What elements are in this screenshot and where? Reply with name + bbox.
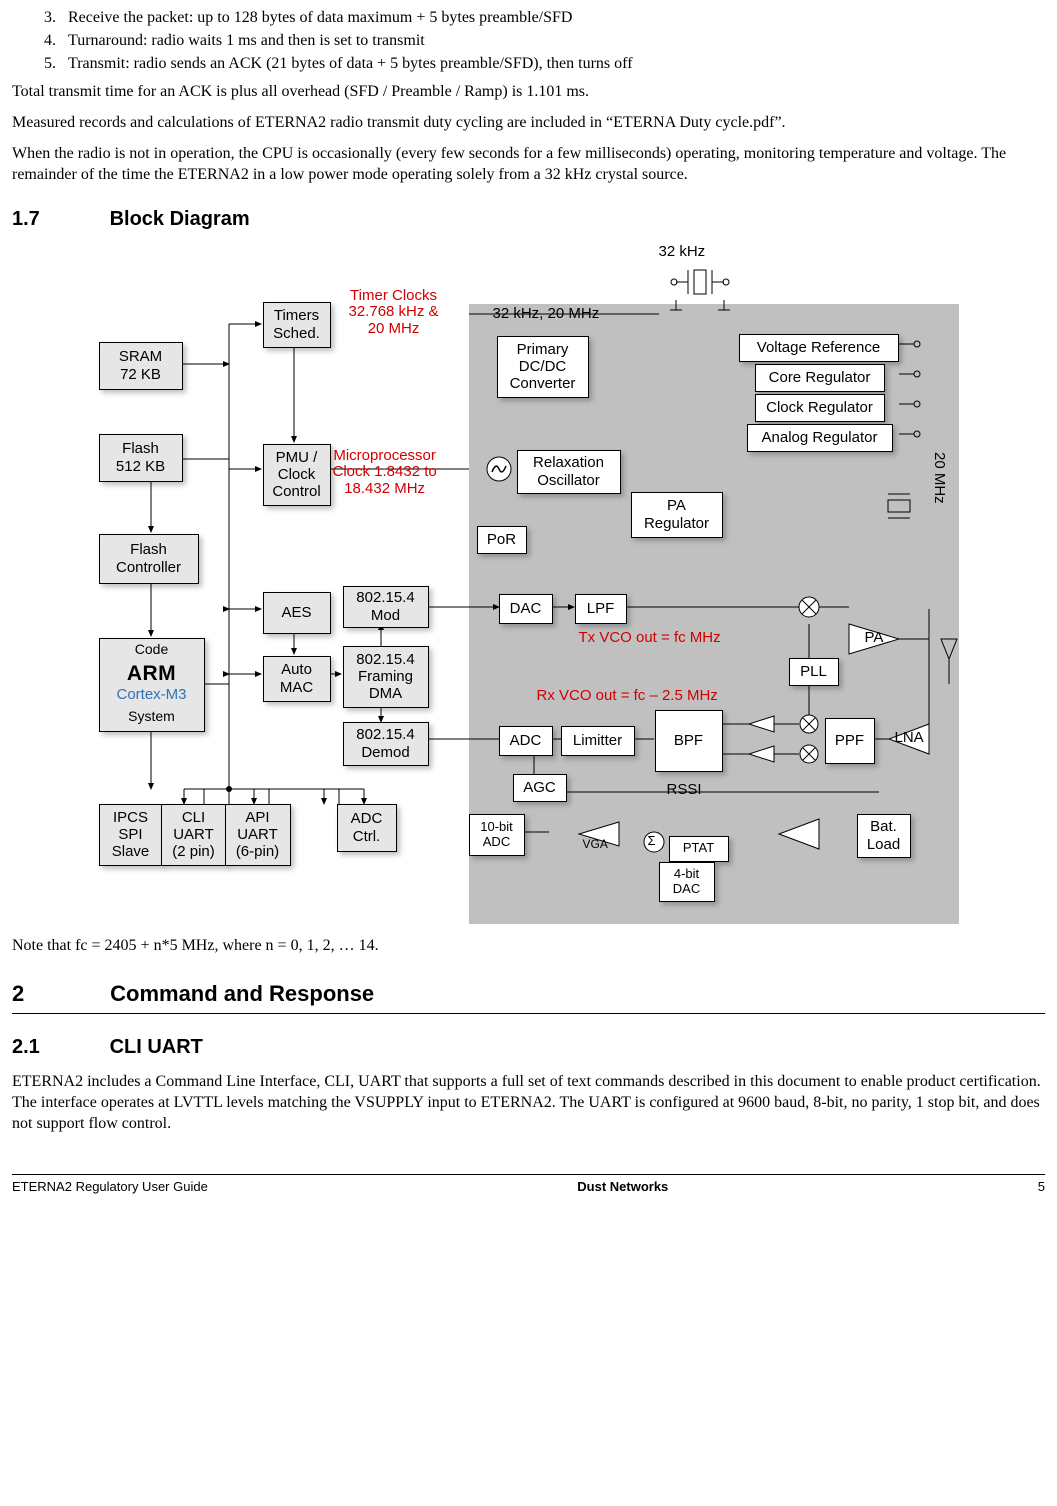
block-mod: 802.15.4Mod: [343, 586, 429, 628]
heading-number: 2.1: [12, 1034, 104, 1060]
block-clock-reg: Clock Regulator: [755, 394, 885, 422]
sigma-symbol: Σ: [648, 834, 656, 848]
footer-page-number: 5: [1038, 1179, 1045, 1196]
block-flash: Flash512 KB: [99, 434, 183, 482]
label-microprocessor-clock: Microprocessor Clock 1.8432 to 18.432 MH…: [333, 448, 437, 498]
block-por: PoR: [477, 526, 527, 554]
label-code: Code: [100, 640, 204, 658]
block-bat-load: Bat.Load: [857, 814, 911, 858]
heading-block-diagram: 1.7 Block Diagram: [12, 206, 1045, 232]
block-lpf: LPF: [575, 594, 627, 624]
block-cli-uart: CLIUART(2 pin): [161, 804, 227, 866]
step-4: Turnaround: radio waits 1 ms and then is…: [60, 31, 1045, 52]
block-pa: PA: [865, 630, 884, 647]
label-20mhz: 20 MHz: [931, 452, 948, 504]
block-demod: 802.15.4Demod: [343, 722, 429, 766]
block-relaxation-osc: RelaxationOscillator: [517, 450, 621, 494]
step-3: Receive the packet: up to 128 bytes of d…: [60, 8, 1045, 29]
block-flash-controller: FlashController: [99, 534, 199, 584]
numbered-steps: Receive the packet: up to 128 bytes of d…: [12, 8, 1045, 74]
block-ipcs: IPCSSPISlave: [99, 804, 163, 866]
label-arm: ARM: [100, 660, 204, 687]
page-footer: ETERNA2 Regulatory User Guide Dust Netwo…: [12, 1174, 1045, 1196]
block-vref: Voltage Reference: [739, 334, 899, 362]
heading-command-response: 2 Command and Response: [12, 980, 1045, 1014]
paragraph-low-power: When the radio is not in operation, the …: [12, 144, 1045, 186]
heading-number: 1.7: [12, 206, 104, 232]
label-tx-vco: Tx VCO out = fc MHz: [579, 630, 721, 647]
label-system: System: [100, 707, 204, 725]
block-core-reg: Core Regulator: [755, 364, 885, 392]
block-primary-dcdc: PrimaryDC/DCConverter: [497, 336, 589, 398]
footer-center: Dust Networks: [577, 1179, 668, 1196]
footer-left: ETERNA2 Regulatory User Guide: [12, 1179, 208, 1196]
heading-text: Block Diagram: [110, 208, 250, 230]
block-automac: AutoMAC: [263, 656, 331, 702]
block-adc-ctrl: ADCCtrl.: [337, 804, 397, 852]
block-ppf: PPF: [825, 718, 875, 764]
block-bpf: BPF: [655, 710, 723, 772]
block-diagram: SRAM72 KB Flash512 KB FlashController Co…: [99, 244, 959, 924]
block-4bit-dac: 4-bitDAC: [659, 862, 715, 902]
label-timer-clocks: Timer Clocks 32.768 kHz & 20 MHz: [349, 288, 439, 338]
block-limitter: Limitter: [561, 726, 635, 756]
label-rssi: RSSI: [667, 782, 702, 799]
block-vga: VGA: [583, 838, 608, 851]
block-ptat: PTAT: [669, 836, 729, 862]
block-pa-regulator: PARegulator: [631, 492, 723, 538]
block-adc: ADC: [499, 726, 553, 756]
block-lna: LNA: [895, 730, 924, 747]
paragraph-measured-records: Measured records and calculations of ETE…: [12, 113, 1045, 134]
block-timers: TimersSched.: [263, 302, 331, 348]
label-32khz-20mhz: 32 kHz, 20 MHz: [493, 306, 600, 323]
label-cortex: Cortex-M3: [100, 685, 204, 705]
block-pll: PLL: [789, 658, 839, 686]
block-framing: 802.15.4FramingDMA: [343, 646, 429, 708]
label-rx-vco: Rx VCO out = fc – 2.5 MHz: [537, 688, 718, 705]
label-32khz: 32 kHz: [659, 244, 706, 261]
block-agc: AGC: [513, 774, 567, 802]
block-api-uart: APIUART(6-pin): [225, 804, 291, 866]
heading-text: CLI UART: [110, 1036, 203, 1058]
block-analog-reg: Analog Regulator: [747, 424, 893, 452]
heading-number: 2: [12, 980, 104, 1009]
block-aes: AES: [263, 592, 331, 634]
heading-text: Command and Response: [110, 981, 374, 1006]
paragraph-total-transmit: Total transmit time for an ACK is plus a…: [12, 82, 1045, 103]
block-10bit-adc: 10-bitADC: [469, 814, 525, 856]
step-5: Transmit: radio sends an ACK (21 bytes o…: [60, 54, 1045, 75]
block-pmu: PMU /ClockControl: [263, 444, 331, 506]
paragraph-cli-uart: ETERNA2 includes a Command Line Interfac…: [12, 1072, 1045, 1134]
block-sram: SRAM72 KB: [99, 342, 183, 390]
heading-cli-uart: 2.1 CLI UART: [12, 1034, 1045, 1060]
note-fc-formula: Note that fc = 2405 + n*5 MHz, where n =…: [12, 936, 1045, 957]
block-arm-cpu: Code ARM Cortex-M3 System: [99, 638, 205, 732]
block-dac: DAC: [499, 594, 553, 624]
